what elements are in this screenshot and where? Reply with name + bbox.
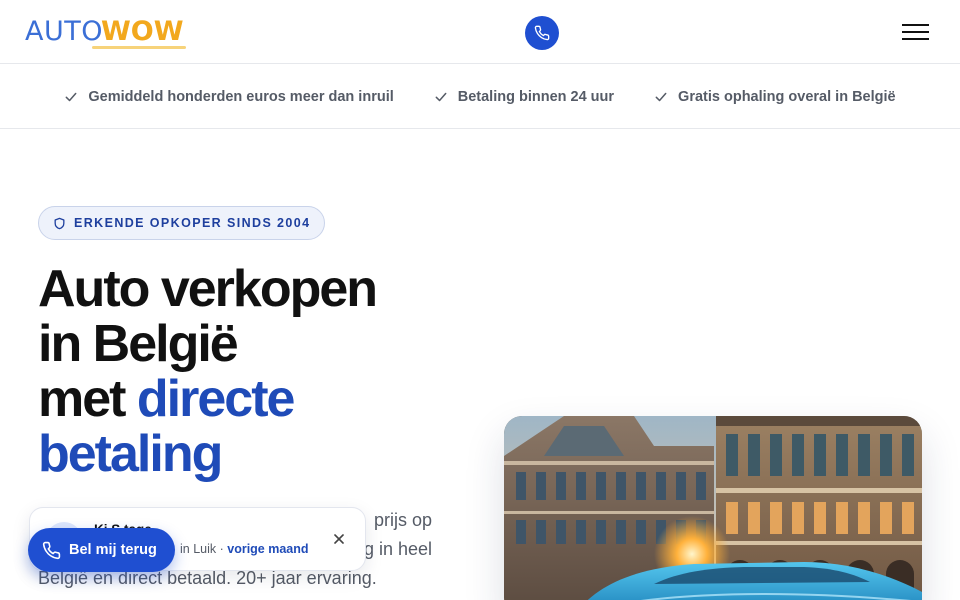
phone-icon <box>42 541 61 559</box>
check-icon <box>655 92 667 101</box>
benefits-bar: Gemiddeld honderden euros meer dan inrui… <box>0 65 960 129</box>
title-accent: betaling <box>38 425 223 483</box>
site-header: AUTO WOW <box>0 0 960 64</box>
page-title: Auto verkopen in België met directe beta… <box>38 262 468 482</box>
notification-location: in Luik · <box>180 542 228 556</box>
close-notification-button[interactable] <box>330 530 348 548</box>
logo-text-auto: AUTO <box>25 16 103 47</box>
logo[interactable]: AUTO WOW <box>25 14 184 50</box>
hero-image <box>504 416 922 600</box>
benefit-item: Betaling binnen 24 uur <box>434 89 614 105</box>
benefit-label: Betaling binnen 24 uur <box>457 88 615 105</box>
benefit-item: Gemiddeld honderden euros meer dan inrui… <box>64 88 394 105</box>
phone-icon <box>534 25 550 41</box>
title-line: met <box>38 370 137 428</box>
notification-time: vorige maand <box>227 542 309 556</box>
benefit-label: Gratis ophaling overal in België <box>678 88 896 105</box>
logo-text-wow: WOW <box>100 16 184 47</box>
benefit-item: Gratis ophaling overal in België <box>654 89 896 105</box>
check-icon <box>65 92 77 101</box>
callback-button[interactable]: Bel mij terug <box>28 528 175 572</box>
trust-badge: ERKENDE OPKOPER SINDS 2004 <box>38 206 326 240</box>
shield-icon <box>54 217 65 229</box>
hero-illustration <box>504 416 922 600</box>
notification-meta: in Luik · vorige maand <box>180 542 309 556</box>
check-icon <box>435 92 447 101</box>
callback-label: Bel mij terug <box>69 542 157 558</box>
title-accent: directe <box>136 370 296 428</box>
hamburger-menu-button[interactable] <box>902 22 929 42</box>
phone-button[interactable] <box>525 16 559 50</box>
hamburger-menu-icon <box>902 24 929 26</box>
title-line: Auto verkopen <box>38 260 378 318</box>
benefit-label: Gemiddeld honderden euros meer dan inrui… <box>88 88 394 105</box>
close-icon <box>334 534 344 544</box>
title-line: in België <box>38 315 239 373</box>
logo-underline <box>92 46 186 49</box>
badge-label: ERKENDE OPKOPER SINDS 2004 <box>74 216 311 230</box>
